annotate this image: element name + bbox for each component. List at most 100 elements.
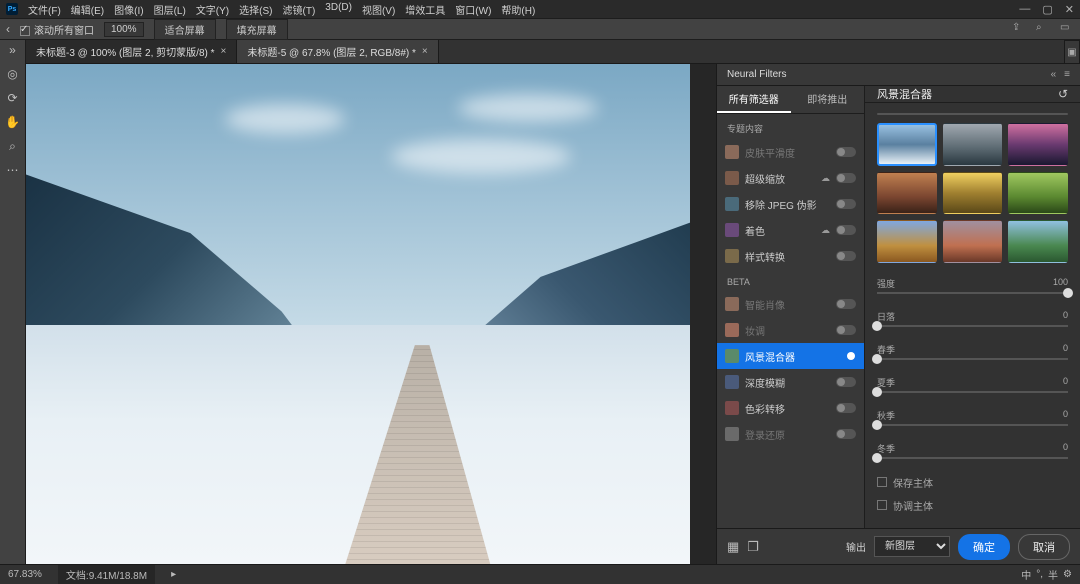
preset-thumb[interactable] [943,123,1003,166]
toggle[interactable] [836,251,856,261]
preset-thumb[interactable] [877,172,937,215]
slider-sunset[interactable]: 日落0 [865,306,1080,339]
tab-label: 未标题-5 @ 67.8% (图层 2, RGB/8#) * [247,44,416,59]
filter-settings-column: 风景混合器 ↺ 预设 自定义 [865,86,1080,528]
ime-punct[interactable]: °, [1036,569,1043,580]
ime-lang[interactable]: 中 [1021,567,1031,582]
toggle[interactable] [836,325,856,335]
menu-type[interactable]: 文字(Y) [196,2,229,17]
menu-help[interactable]: 帮助(H) [501,2,535,17]
menu-filter[interactable]: 滤镜(T) [283,2,316,17]
more-icon[interactable]: ⋯ [5,162,21,178]
filter-landscape-mixer[interactable]: 风景混合器 [717,343,864,369]
scroll-all-check[interactable]: 滚动所有窗口 [20,22,94,37]
slider-spring[interactable]: 春季0 [865,339,1080,372]
filter-skin-smoothing[interactable]: 皮肤平滑度 [717,139,864,165]
main-area: » ◎ ⟳ ✋ ⌕ ⋯ Neural Filters « ≡ [0,64,1080,564]
toggle[interactable] [836,199,856,209]
toggle[interactable] [836,377,856,387]
canvas-viewport[interactable] [26,64,716,564]
reset-icon[interactable]: ↺ [1058,87,1068,101]
tab-label: 未标题-3 @ 100% (图层 2, 剪切蒙版/8) * [36,44,215,59]
document-tab[interactable]: 未标题-3 @ 100% (图层 2, 剪切蒙版/8) * × [26,40,237,63]
menu-file[interactable]: 文件(F) [28,2,61,17]
filter-makeup-transfer[interactable]: 妆调 [717,317,864,343]
menu-layer[interactable]: 图层(L) [154,2,186,17]
preset-thumb[interactable] [877,220,937,263]
output-select[interactable]: 新图层 [874,536,950,557]
panel-menu-icon[interactable]: ≡ [1064,69,1070,80]
options-bar: ‹ 滚动所有窗口 100% 适合屏幕 填充屏幕 ⇪ ⌕ ▭ [0,18,1080,40]
filter-color-transfer[interactable]: 色彩转移 [717,395,864,421]
slider-winter[interactable]: 冬季0 [865,438,1080,471]
tab-all-filters[interactable]: 所有筛选器 [717,86,791,113]
search-icon[interactable]: ⌕ [1036,22,1050,36]
segment-preset[interactable]: 预设 [878,114,973,115]
zoom-input[interactable]: 100% [104,22,144,37]
layers-icon[interactable]: ❐ [747,539,759,555]
document-tab[interactable]: 未标题-5 @ 67.8% (图层 2, RGB/8#) * × [237,40,438,63]
back-icon[interactable]: ‹ [6,22,10,36]
filter-colorize[interactable]: 着色 ☁ [717,217,864,243]
zoom-tool-icon[interactable]: ⌕ [5,138,21,154]
preset-thumb[interactable] [1008,220,1068,263]
preset-grid [865,123,1080,273]
menu-plugins[interactable]: 增效工具 [405,2,445,17]
document-info[interactable]: 文档:9.41M/18.8M [58,565,155,584]
slider-strength[interactable]: 强度100 [865,273,1080,306]
toggle[interactable] [836,403,856,413]
preset-thumb[interactable] [1008,172,1068,215]
collapsed-panel-icon[interactable]: ▣ [1064,40,1080,64]
menu-select[interactable]: 选择(S) [239,2,272,17]
filter-smart-portrait[interactable]: 智能肖像 [717,291,864,317]
menu-view[interactable]: 视图(V) [362,2,395,17]
toggle[interactable] [836,173,856,183]
toggle[interactable] [836,225,856,235]
tab-close-icon[interactable]: × [221,46,227,57]
ime-half[interactable]: 半 [1048,567,1058,582]
tab-wait-list[interactable]: 即将推出 [791,86,865,113]
hand-tool-icon[interactable]: ✋ [5,114,21,130]
menu-edit[interactable]: 编辑(E) [71,2,104,17]
zoom-level[interactable]: 67.83% [8,569,42,580]
preset-thumb[interactable] [943,172,1003,215]
ok-button[interactable]: 确定 [958,534,1010,560]
filter-remove-jpeg[interactable]: 移除 JPEG 伪影 [717,191,864,217]
filter-depth-blur[interactable]: 深度模糊 [717,369,864,395]
maximize-icon[interactable]: ▢ [1042,3,1052,16]
chevron-right-icon[interactable]: ▸ [171,569,176,580]
filter-style-transfer[interactable]: 样式转换 [717,243,864,269]
ime-settings-icon[interactable]: ⚙ [1063,569,1072,580]
segment-custom[interactable]: 自定义 [973,114,1068,115]
expand-panels-icon[interactable]: » [5,42,21,58]
cancel-button[interactable]: 取消 [1018,534,1070,560]
toggle[interactable] [836,429,856,439]
toggle[interactable] [836,147,856,157]
preset-thumb[interactable] [1008,123,1068,166]
filter-photo-restoration[interactable]: 登录还原 [717,421,864,447]
share-icon[interactable]: ⇪ [1012,22,1026,36]
target-icon[interactable]: ◎ [5,66,21,82]
rotate-icon[interactable]: ⟳ [5,90,21,106]
panel-collapse-icon[interactable]: « [1051,69,1057,80]
tab-close-icon[interactable]: × [422,46,428,57]
preset-thumb[interactable] [877,123,937,166]
menu-3d[interactable]: 3D(D) [325,2,352,17]
preview-toggle-icon[interactable]: ▦ [727,539,739,555]
keep-subject-check[interactable]: 保存主体 [865,471,1080,494]
fit-screen-button[interactable]: 适合屏幕 [154,19,216,40]
toggle[interactable] [836,299,856,309]
filter-super-zoom[interactable]: 超级缩放 ☁ [717,165,864,191]
preset-thumb[interactable] [943,220,1003,263]
workspace-icon[interactable]: ▭ [1060,22,1074,36]
toggle[interactable] [836,351,856,361]
slider-summer[interactable]: 夏季0 [865,372,1080,405]
menu-image[interactable]: 图像(I) [114,2,143,17]
fill-screen-button[interactable]: 填充屏幕 [226,19,288,40]
close-icon[interactable]: ✕ [1065,3,1074,16]
panel-header: Neural Filters « ≡ [717,64,1080,86]
minimize-icon[interactable]: — [1019,3,1030,16]
harmonize-subject-check[interactable]: 协调主体 [865,494,1080,517]
slider-autumn[interactable]: 秋季0 [865,405,1080,438]
menu-window[interactable]: 窗口(W) [455,2,491,17]
